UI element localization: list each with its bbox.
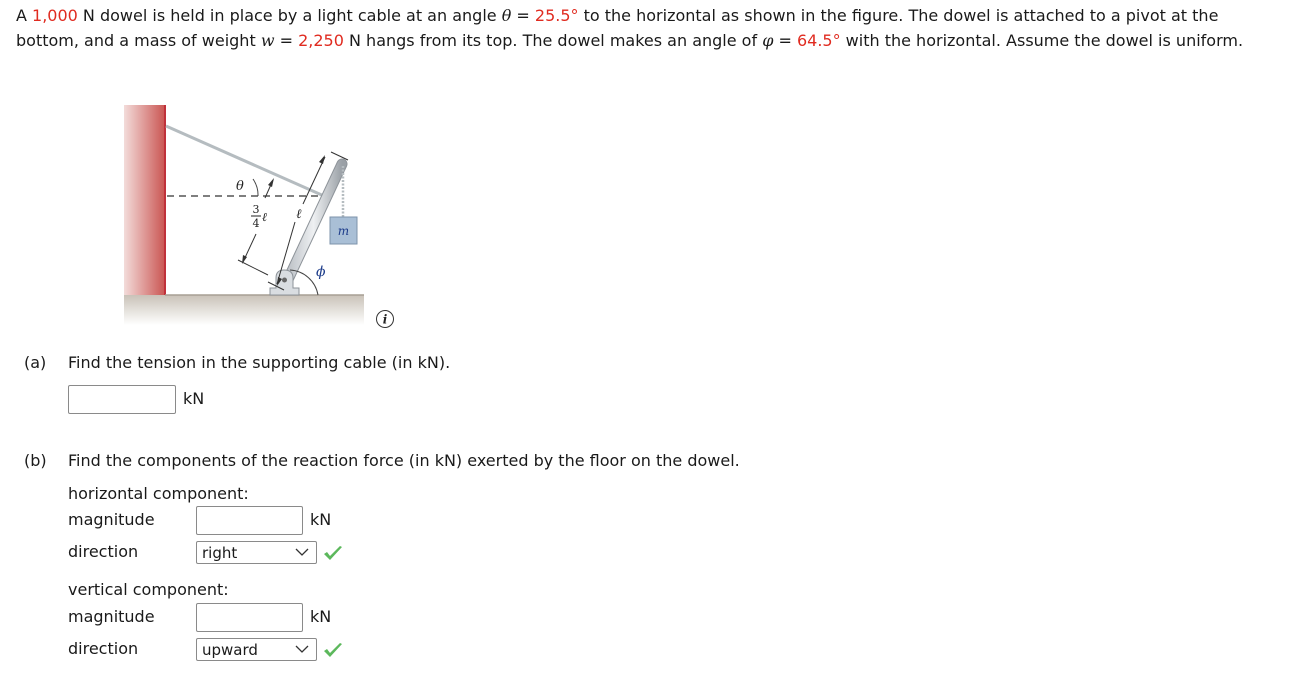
chevron-down-icon [295,645,309,653]
part-a-label: (a) [24,353,47,372]
vertical-direction-value: upward [202,640,258,659]
tension-answer-input[interactable] [68,385,176,414]
theta-symbol: θ [501,6,512,25]
pivot-pin [282,277,287,283]
phi-symbol: φ [762,30,774,50]
part-b-question: Find the components of the reaction forc… [68,451,740,470]
three-quarter-ell-label: ℓ [262,210,267,224]
vertical-magnitude-input[interactable] [196,603,303,632]
dowel-diagram: m ϕ θ ℓ 3 4 ℓ [124,105,364,325]
mass-label: m [338,224,349,238]
three-quarter-tick-bottom [237,259,269,276]
horizontal-component-heading: horizontal component: [68,484,249,503]
fraction-numerator: 3 [253,203,260,216]
vertical-direction-label: direction [68,639,139,658]
horizontal-magnitude-label: magnitude [68,510,155,529]
vertical-magnitude-label: magnitude [68,607,155,626]
vertical-component-heading: vertical component: [68,580,229,599]
horizontal-direction-label: direction [68,542,139,561]
mass-weight-value: 2,250 [298,30,344,50]
horizontal-magnitude-input[interactable] [196,506,303,535]
horizontal-direction-value: right [202,543,238,562]
floor [124,295,364,325]
horizontal-direction-select[interactable]: right [196,541,317,564]
phi-value: 64.5° [796,30,841,50]
dowel-weight-value: 1,000 [32,6,78,25]
check-icon [324,643,342,657]
cable [165,124,325,198]
phi-label: ϕ [316,264,326,280]
three-quarter-arrow-top [268,178,274,187]
svg-text:i: i [383,313,388,327]
chevron-down-icon [295,548,309,556]
wall [124,105,166,295]
horizontal-magnitude-unit: kN [310,510,332,529]
ell-label: ℓ [296,207,302,222]
w-symbol: w [260,30,275,50]
dowel-figure: m ϕ θ ℓ 3 4 ℓ [118,100,378,330]
dim-tick-top [330,151,349,161]
vertical-direction-select[interactable]: upward [196,638,317,661]
vertical-magnitude-unit: kN [310,607,332,626]
problem-statement: A 1,000 N dowel is held in place by a li… [16,6,1244,50]
tension-unit: kN [183,389,205,408]
theta-value: 25.5° [534,6,579,25]
info-circle-icon: i [376,310,394,328]
fraction-denominator: 4 [253,217,260,230]
check-icon [324,546,342,560]
part-b-label: (b) [24,451,47,470]
info-icon[interactable]: i [375,309,395,329]
part-a-question: Find the tension in the supporting cable… [68,353,451,372]
theta-arc [252,178,259,197]
theta-label: θ [236,179,244,194]
